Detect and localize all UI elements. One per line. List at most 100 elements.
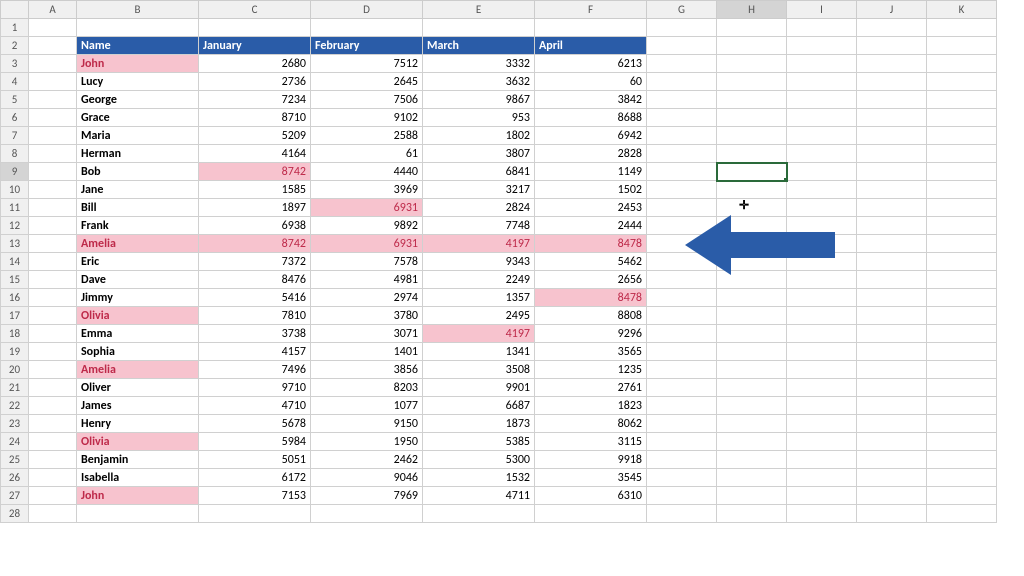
- cell-A12[interactable]: [29, 217, 77, 235]
- cell-J2[interactable]: [857, 37, 927, 55]
- cell-C3[interactable]: 2680: [199, 55, 311, 73]
- cell-J12[interactable]: [857, 217, 927, 235]
- cell-F26[interactable]: 3545: [535, 469, 647, 487]
- cell-F10[interactable]: 1502: [535, 181, 647, 199]
- cell-F15[interactable]: 2656: [535, 271, 647, 289]
- cell-C13[interactable]: 8742: [199, 235, 311, 253]
- cell-A9[interactable]: [29, 163, 77, 181]
- cell-B5[interactable]: George: [77, 91, 199, 109]
- cell-J15[interactable]: [857, 271, 927, 289]
- cell-B3[interactable]: John: [77, 55, 199, 73]
- cell-C1[interactable]: [199, 19, 311, 37]
- cell-E26[interactable]: 1532: [423, 469, 535, 487]
- cell-J11[interactable]: [857, 199, 927, 217]
- cell-C12[interactable]: 6938: [199, 217, 311, 235]
- cell-D15[interactable]: 4981: [311, 271, 423, 289]
- cell-I25[interactable]: [787, 451, 857, 469]
- cell-A28[interactable]: [29, 505, 77, 523]
- cell-D19[interactable]: 1401: [311, 343, 423, 361]
- cell-C5[interactable]: 7234: [199, 91, 311, 109]
- cell-F1[interactable]: [535, 19, 647, 37]
- cell-H26[interactable]: [717, 469, 787, 487]
- row-header-2[interactable]: 2: [1, 37, 29, 55]
- cell-F23[interactable]: 8062: [535, 415, 647, 433]
- cell-K7[interactable]: [927, 127, 997, 145]
- cell-G26[interactable]: [647, 469, 717, 487]
- row-header-17[interactable]: 17: [1, 307, 29, 325]
- cell-G9[interactable]: [647, 163, 717, 181]
- cell-B17[interactable]: Olivia: [77, 307, 199, 325]
- cell-G1[interactable]: [647, 19, 717, 37]
- cell-C28[interactable]: [199, 505, 311, 523]
- cell-E12[interactable]: 7748: [423, 217, 535, 235]
- cell-K4[interactable]: [927, 73, 997, 91]
- cell-K21[interactable]: [927, 379, 997, 397]
- row-header-20[interactable]: 20: [1, 361, 29, 379]
- cell-K14[interactable]: [927, 253, 997, 271]
- cell-I17[interactable]: [787, 307, 857, 325]
- cell-J7[interactable]: [857, 127, 927, 145]
- cell-K27[interactable]: [927, 487, 997, 505]
- cell-F28[interactable]: [535, 505, 647, 523]
- cell-G16[interactable]: [647, 289, 717, 307]
- row-header-14[interactable]: 14: [1, 253, 29, 271]
- cell-C7[interactable]: 5209: [199, 127, 311, 145]
- row-header-18[interactable]: 18: [1, 325, 29, 343]
- cell-K19[interactable]: [927, 343, 997, 361]
- cell-D22[interactable]: 1077: [311, 397, 423, 415]
- cell-A23[interactable]: [29, 415, 77, 433]
- cell-B25[interactable]: Benjamin: [77, 451, 199, 469]
- cell-C10[interactable]: 1585: [199, 181, 311, 199]
- select-all-corner[interactable]: [1, 1, 29, 19]
- cell-E7[interactable]: 1802: [423, 127, 535, 145]
- cell-D28[interactable]: [311, 505, 423, 523]
- cell-C8[interactable]: 4164: [199, 145, 311, 163]
- cell-E25[interactable]: 5300: [423, 451, 535, 469]
- cell-J18[interactable]: [857, 325, 927, 343]
- row-header-22[interactable]: 22: [1, 397, 29, 415]
- cell-C23[interactable]: 5678: [199, 415, 311, 433]
- cell-G10[interactable]: [647, 181, 717, 199]
- cell-E11[interactable]: 2824: [423, 199, 535, 217]
- cell-I5[interactable]: [787, 91, 857, 109]
- cell-C22[interactable]: 4710: [199, 397, 311, 415]
- cell-B21[interactable]: Oliver: [77, 379, 199, 397]
- cell-E21[interactable]: 9901: [423, 379, 535, 397]
- cell-D2[interactable]: February: [311, 37, 423, 55]
- cell-D3[interactable]: 7512: [311, 55, 423, 73]
- cell-A4[interactable]: [29, 73, 77, 91]
- cell-J5[interactable]: [857, 91, 927, 109]
- cell-A26[interactable]: [29, 469, 77, 487]
- cell-B6[interactable]: Grace: [77, 109, 199, 127]
- cell-F4[interactable]: 60: [535, 73, 647, 91]
- cell-A17[interactable]: [29, 307, 77, 325]
- cell-J10[interactable]: [857, 181, 927, 199]
- cell-E28[interactable]: [423, 505, 535, 523]
- cell-B22[interactable]: James: [77, 397, 199, 415]
- cell-F11[interactable]: 2453: [535, 199, 647, 217]
- cell-A5[interactable]: [29, 91, 77, 109]
- cell-F17[interactable]: 8808: [535, 307, 647, 325]
- cell-A15[interactable]: [29, 271, 77, 289]
- cell-C2[interactable]: January: [199, 37, 311, 55]
- column-header-B[interactable]: B: [77, 1, 199, 19]
- cell-K28[interactable]: [927, 505, 997, 523]
- cell-K26[interactable]: [927, 469, 997, 487]
- cell-E1[interactable]: [423, 19, 535, 37]
- cell-D5[interactable]: 7506: [311, 91, 423, 109]
- cell-I2[interactable]: [787, 37, 857, 55]
- row-header-28[interactable]: 28: [1, 505, 29, 523]
- cell-C17[interactable]: 7810: [199, 307, 311, 325]
- cell-F3[interactable]: 6213: [535, 55, 647, 73]
- cell-I22[interactable]: [787, 397, 857, 415]
- row-header-7[interactable]: 7: [1, 127, 29, 145]
- cell-J3[interactable]: [857, 55, 927, 73]
- cell-J9[interactable]: [857, 163, 927, 181]
- cell-J26[interactable]: [857, 469, 927, 487]
- cell-I9[interactable]: [787, 163, 857, 181]
- cell-H25[interactable]: [717, 451, 787, 469]
- cell-D6[interactable]: 9102: [311, 109, 423, 127]
- column-header-H[interactable]: H: [717, 1, 787, 19]
- row-header-15[interactable]: 15: [1, 271, 29, 289]
- cell-B27[interactable]: John: [77, 487, 199, 505]
